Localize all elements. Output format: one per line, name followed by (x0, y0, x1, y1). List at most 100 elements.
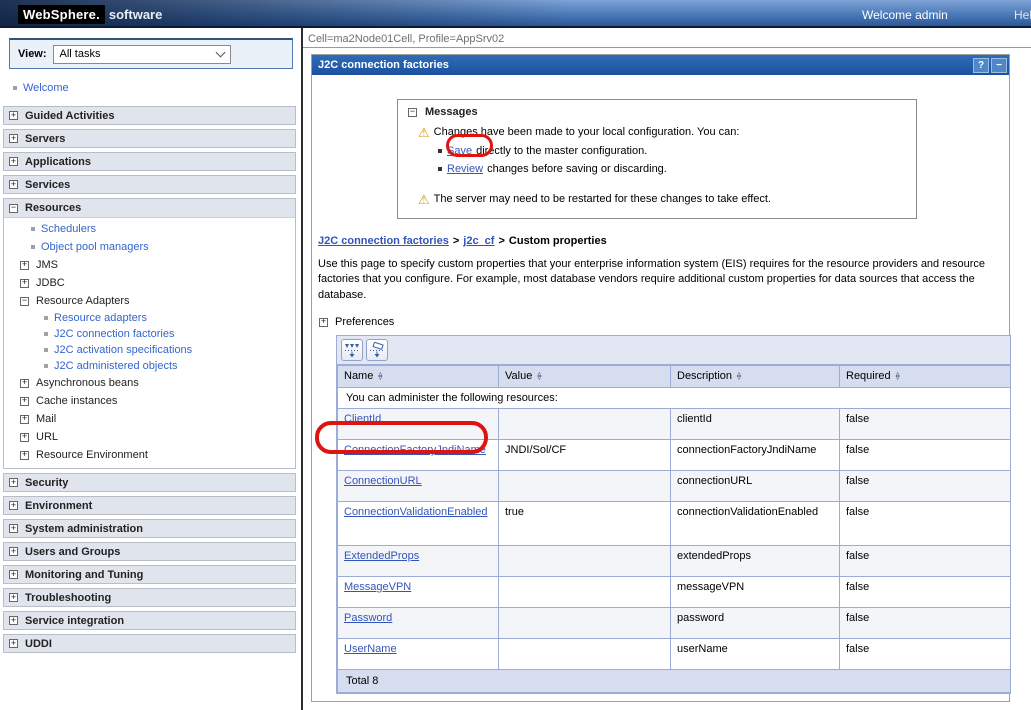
table-row: ClientId clientId false (338, 409, 1011, 440)
sort-icon[interactable] (537, 372, 541, 381)
table-row: UserName userName false (338, 639, 1011, 670)
logo-primary: WebSphere. (18, 5, 105, 24)
expand-icon[interactable] (9, 570, 18, 579)
sidebar-section-system-administration[interactable]: System administration (3, 519, 296, 538)
review-link[interactable]: Review (447, 163, 483, 175)
sort-icon[interactable] (378, 372, 382, 381)
clear-filter-button[interactable] (366, 339, 388, 361)
bullet-icon (31, 227, 35, 231)
expand-icon[interactable] (319, 318, 328, 327)
breadcrumb-j2c-cf[interactable]: j2c_cf (463, 235, 494, 247)
table-header-row: Name Value Description Required (338, 366, 1011, 388)
sidebar-section-users-and-groups[interactable]: Users and Groups (3, 542, 296, 561)
sidebar-item-resource-adapters[interactable]: Resource adapters (4, 310, 295, 326)
property-link-password[interactable]: Password (344, 612, 392, 624)
preferences-toggle[interactable]: Preferences (319, 316, 1009, 328)
welcome-user-text: Welcome admin (862, 8, 948, 22)
table-toolbar (337, 336, 1010, 365)
property-link-connectionfactoryjndiname[interactable]: ConnectionFactoryJndiName (344, 444, 486, 456)
collapse-icon[interactable] (9, 204, 18, 213)
sidebar-subsection-jdbc[interactable]: JDBC (4, 274, 295, 292)
sort-icon[interactable] (896, 372, 900, 381)
sidebar-item-j2c-administered-objects[interactable]: J2C administered objects (4, 358, 295, 374)
sidebar-section-guided-activities[interactable]: Guided Activities (3, 106, 296, 125)
expand-icon[interactable] (9, 501, 18, 510)
sidebar-subsection-cache-instances[interactable]: Cache instances (4, 392, 295, 410)
sidebar-item-j2c-connection-factories[interactable]: J2C connection factories (4, 326, 295, 342)
sidebar-section-troubleshooting[interactable]: Troubleshooting (3, 588, 296, 607)
sidebar-subsection-mail[interactable]: Mail (4, 410, 295, 428)
expand-icon[interactable] (9, 639, 18, 648)
sidebar-subsection-url[interactable]: URL (4, 428, 295, 446)
expand-icon[interactable] (9, 593, 18, 602)
collapse-icon[interactable] (408, 108, 417, 117)
breadcrumb-j2c-connection-factories[interactable]: J2C connection factories (318, 235, 449, 247)
column-header-description[interactable]: Description (671, 366, 840, 388)
sidebar-item-welcome[interactable]: Welcome (0, 79, 301, 97)
expand-icon[interactable] (20, 261, 29, 270)
column-header-value[interactable]: Value (499, 366, 671, 388)
sidebar-item-schedulers[interactable]: Schedulers (4, 220, 295, 238)
sidebar-section-uddi[interactable]: UDDI (3, 634, 296, 653)
sidebar-subsection-resource-adapters[interactable]: Resource Adapters (4, 292, 295, 310)
expand-icon[interactable] (20, 397, 29, 406)
sidebar-section-servers[interactable]: Servers (3, 129, 296, 148)
expand-icon[interactable] (9, 134, 18, 143)
column-header-name[interactable]: Name (338, 366, 499, 388)
sidebar-section-services[interactable]: Services (3, 175, 296, 194)
sort-icon[interactable] (737, 372, 741, 381)
table-row: MessageVPN messageVPN false (338, 577, 1011, 608)
sidebar-section-environment[interactable]: Environment (3, 496, 296, 515)
sidebar-subsection-jms[interactable]: JMS (4, 256, 295, 274)
expand-icon[interactable] (9, 111, 18, 120)
panel-minimize-button[interactable]: − (991, 58, 1007, 73)
chevron-down-icon (215, 47, 225, 57)
help-link[interactable]: Help (1014, 8, 1031, 22)
sidebar-section-service-integration[interactable]: Service integration (3, 611, 296, 630)
sidebar-item-j2c-activation-specifications[interactable]: J2C activation specifications (4, 342, 295, 358)
property-link-username[interactable]: UserName (344, 643, 397, 655)
navigation-sidebar: View: All tasks Welcome Guided Activitie… (0, 30, 301, 710)
sidebar-section-applications[interactable]: Applications (3, 152, 296, 171)
collapse-icon[interactable] (20, 297, 29, 306)
expand-icon[interactable] (9, 180, 18, 189)
j2c-panel: J2C connection factories ? − Messages ⚠ … (311, 54, 1010, 702)
property-link-connectionvalidationenabled[interactable]: ConnectionValidationEnabled (344, 506, 488, 518)
sidebar-subsection-resource-environment[interactable]: Resource Environment (4, 446, 295, 464)
property-link-extendedprops[interactable]: ExtendedProps (344, 550, 419, 562)
sidebar-subsection-asynchronous-beans[interactable]: Asynchronous beans (4, 374, 295, 392)
expand-icon[interactable] (20, 415, 29, 424)
page-description: Use this page to specify custom properti… (318, 257, 1010, 303)
expand-icon[interactable] (9, 524, 18, 533)
review-option-line: Review changes before saving or discardi… (438, 163, 906, 175)
property-link-clientid[interactable]: ClientId (344, 413, 381, 425)
bullet-icon (44, 332, 48, 336)
expand-icon[interactable] (20, 279, 29, 288)
expand-icon[interactable] (9, 547, 18, 556)
expand-icon[interactable] (20, 451, 29, 460)
view-select[interactable]: All tasks (53, 45, 231, 64)
bullet-icon (44, 316, 48, 320)
save-link[interactable]: Save (447, 145, 472, 157)
property-link-messagevpn[interactable]: MessageVPN (344, 581, 411, 593)
sidebar-item-object-pool-managers[interactable]: Object pool managers (4, 238, 295, 256)
sidebar-section-security[interactable]: Security (3, 473, 296, 492)
expand-icon[interactable] (20, 379, 29, 388)
expand-icon[interactable] (20, 433, 29, 442)
property-link-connectionurl[interactable]: ConnectionURL (344, 475, 422, 487)
main-content: Cell=ma2Node01Cell, Profile=AppSrv02 J2C… (303, 30, 1031, 710)
sidebar-section-resources[interactable]: Resources (4, 199, 295, 218)
column-header-required[interactable]: Required (840, 366, 1011, 388)
panel-help-button[interactable]: ? (973, 58, 989, 73)
expand-icon[interactable] (9, 157, 18, 166)
breadcrumb: J2C connection factories>j2c_cf>Custom p… (318, 235, 1009, 247)
messages-box: Messages ⚠ Changes have been made to you… (397, 99, 917, 219)
expand-icon[interactable] (9, 478, 18, 487)
panel-body: Messages ⚠ Changes have been made to you… (312, 75, 1009, 694)
expand-icon[interactable] (9, 616, 18, 625)
table-row: ConnectionValidationEnabled true connect… (338, 502, 1011, 546)
view-selector: View: All tasks (9, 38, 293, 69)
sidebar-section-monitoring-and-tuning[interactable]: Monitoring and Tuning (3, 565, 296, 584)
table-row: ConnectionFactoryJndiName JNDI/Sol/CF co… (338, 440, 1011, 471)
show-filter-button[interactable] (341, 339, 363, 361)
